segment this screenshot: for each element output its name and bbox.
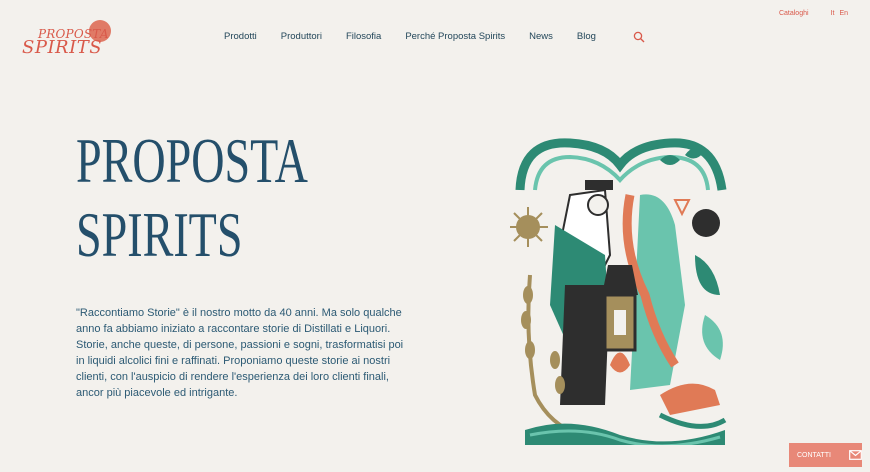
hero-description: "Raccontiamo Storie" è il nostro motto d… xyxy=(76,307,404,399)
nav-item-perche-proposta[interactable]: Perché Proposta Spirits xyxy=(405,31,505,42)
hero-illustration xyxy=(510,138,727,445)
contact-label: CONTATTI xyxy=(797,451,831,459)
main-navigation: Prodotti Produttori Filosofia Perché Pro… xyxy=(224,31,596,42)
language-en-link[interactable]: En xyxy=(839,10,848,17)
nav-item-news[interactable]: News xyxy=(529,31,553,42)
mail-icon xyxy=(849,450,862,460)
brand-logo[interactable]: PROPOSTA SPIRITS xyxy=(20,20,111,58)
logo-text-bottom: SPIRITS xyxy=(22,37,103,58)
title-line-1: PROPOSTA xyxy=(76,125,308,196)
nav-item-blog[interactable]: Blog xyxy=(577,31,596,42)
nav-item-produttori[interactable]: Produttori xyxy=(281,31,322,42)
language-it-link[interactable]: It xyxy=(831,10,835,17)
search-icon[interactable] xyxy=(633,31,645,43)
nav-item-prodotti[interactable]: Prodotti xyxy=(224,31,257,42)
nav-item-filosofia[interactable]: Filosofia xyxy=(346,31,381,42)
language-switcher: It En xyxy=(831,10,848,17)
top-utility-bar: Cataloghi It En xyxy=(779,10,848,17)
page-title: PROPOSTA SPIRITS xyxy=(76,124,308,272)
contact-button[interactable]: CONTATTI xyxy=(789,443,862,467)
catalog-link[interactable]: Cataloghi xyxy=(779,10,809,17)
title-line-2: SPIRITS xyxy=(76,199,243,270)
